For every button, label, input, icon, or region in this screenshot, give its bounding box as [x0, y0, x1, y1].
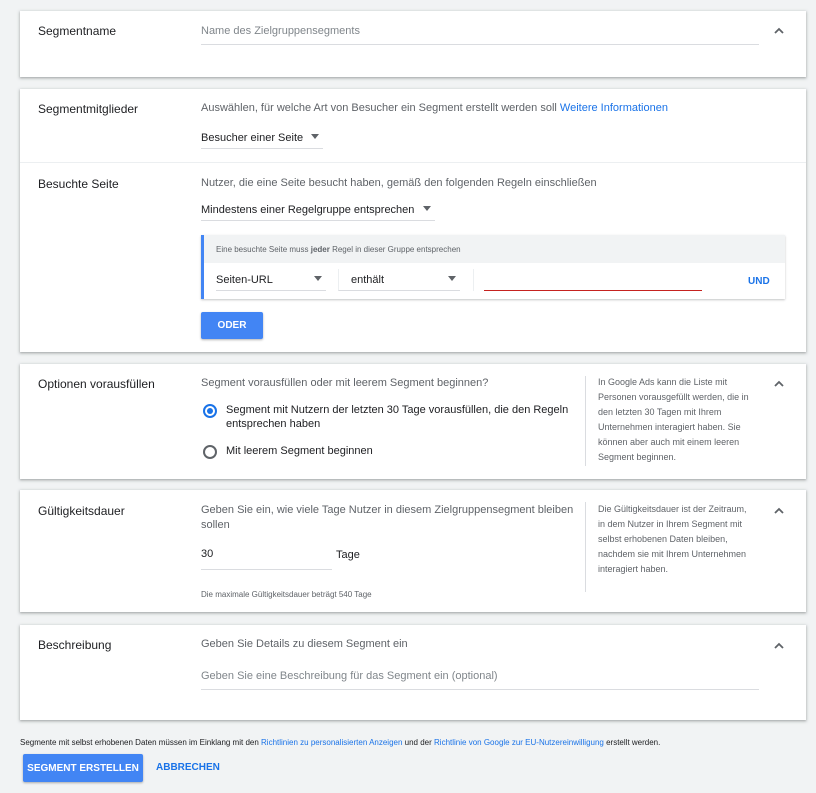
policy-notice: Segmente mit selbst erhobenen Daten müss… — [20, 738, 661, 747]
section-divider — [20, 162, 806, 163]
personalized-ads-policy-link[interactable]: Richtlinien zu personalisierten Anzeigen — [261, 738, 402, 747]
prefill-side-note: In Google Ads kann die Liste mit Persone… — [598, 377, 749, 462]
segment-name-input[interactable]: Name des Zielgruppensegments — [201, 25, 759, 45]
rule-match-dropdown[interactable]: Mindestens einer Regelgruppe entsprechen — [201, 199, 435, 221]
duration-label: Gültigkeitsdauer — [38, 504, 125, 518]
description-input[interactable]: Geben Sie eine Beschreibung für das Segm… — [201, 670, 759, 690]
eu-consent-policy-link[interactable]: Richtlinie von Google zur EU-Nutzereinwi… — [434, 738, 604, 747]
rule-operator-selected: enthält — [351, 273, 385, 286]
description-intro: Geben Sie Details zu diesem Segment ein — [201, 638, 408, 650]
rule-group-header: Eine besuchte Seite muss jeder Regel in … — [204, 235, 785, 263]
dropdown-caret-icon — [448, 276, 456, 281]
members-description: Auswählen, für welche Art von Besucher e… — [201, 102, 668, 114]
side-note-divider — [585, 376, 586, 466]
dropdown-caret-icon — [423, 206, 431, 211]
collapse-chevron-icon[interactable] — [772, 639, 786, 653]
side-note-divider — [585, 502, 586, 592]
rule-field-dropdown[interactable]: Seiten-URL — [216, 269, 326, 291]
and-button[interactable]: UND — [748, 276, 770, 287]
prefill-card: Optionen vorausfüllen Segment vorausfüll… — [20, 364, 806, 479]
duration-max-hint: Die maximale Gültigkeitsdauer beträgt 54… — [201, 590, 372, 599]
description-placeholder: Geben Sie eine Beschreibung für das Segm… — [201, 670, 498, 682]
member-type-selected: Besucher einer Seite — [201, 131, 304, 144]
cancel-button[interactable]: ABBRECHEN — [156, 762, 220, 773]
duration-side-note: Die Gültigkeitsdauer ist der Zeitraum, i… — [598, 504, 747, 574]
dropdown-caret-icon — [311, 134, 319, 139]
rule-field-selected: Seiten-URL — [216, 273, 273, 286]
duration-card: Gültigkeitsdauer Geben Sie ein, wie viel… — [20, 490, 806, 612]
visited-page-label: Besuchte Seite — [38, 177, 119, 191]
more-info-link[interactable]: Weitere Informationen — [560, 102, 668, 114]
duration-input[interactable]: 30 — [201, 548, 332, 570]
member-type-dropdown[interactable]: Besucher einer Seite — [201, 127, 323, 149]
prefill-option-2-label[interactable]: Mit leerem Segment beginnen — [226, 445, 373, 457]
rule-operator-dropdown[interactable]: enthält — [338, 269, 460, 291]
prefill-option-1-radio[interactable] — [203, 404, 217, 418]
collapse-chevron-icon[interactable] — [772, 24, 786, 38]
visited-page-description: Nutzer, die eine Seite besucht haben, ge… — [201, 177, 597, 189]
members-card: Segmentmitglieder Auswählen, für welche … — [20, 89, 806, 352]
dropdown-caret-icon — [314, 276, 322, 281]
or-button[interactable]: ODER — [201, 312, 263, 339]
members-label: Segmentmitglieder — [38, 102, 139, 116]
duration-unit: Tage — [336, 549, 360, 561]
rule-match-selected: Mindestens einer Regelgruppe entsprechen — [201, 203, 415, 216]
rule-value-input[interactable] — [484, 269, 702, 291]
create-segment-button[interactable]: SEGMENT ERSTELLEN — [23, 754, 143, 782]
collapse-chevron-icon[interactable] — [772, 504, 786, 518]
rule-value-separator — [473, 269, 474, 291]
segment-name-placeholder: Name des Zielgruppensegments — [201, 25, 360, 37]
collapse-chevron-icon[interactable] — [772, 377, 786, 391]
prefill-question: Segment vorausfüllen oder mit leerem Seg… — [201, 377, 489, 389]
prefill-option-2-radio[interactable] — [203, 445, 217, 459]
rule-group: Eine besuchte Seite muss jeder Regel in … — [201, 235, 785, 299]
prefill-option-1-label[interactable]: Segment mit Nutzern der letzten 30 Tage … — [226, 403, 578, 431]
segment-name-card: Segmentname Name des Zielgruppensegments — [20, 11, 806, 77]
description-label: Beschreibung — [38, 638, 112, 652]
segment-name-label: Segmentname — [38, 24, 117, 38]
description-card: Beschreibung Geben Sie Details zu diesem… — [20, 625, 806, 720]
duration-description: Geben Sie ein, wie viele Tage Nutzer in … — [201, 504, 574, 531]
prefill-label: Optionen vorausfüllen — [38, 377, 155, 391]
